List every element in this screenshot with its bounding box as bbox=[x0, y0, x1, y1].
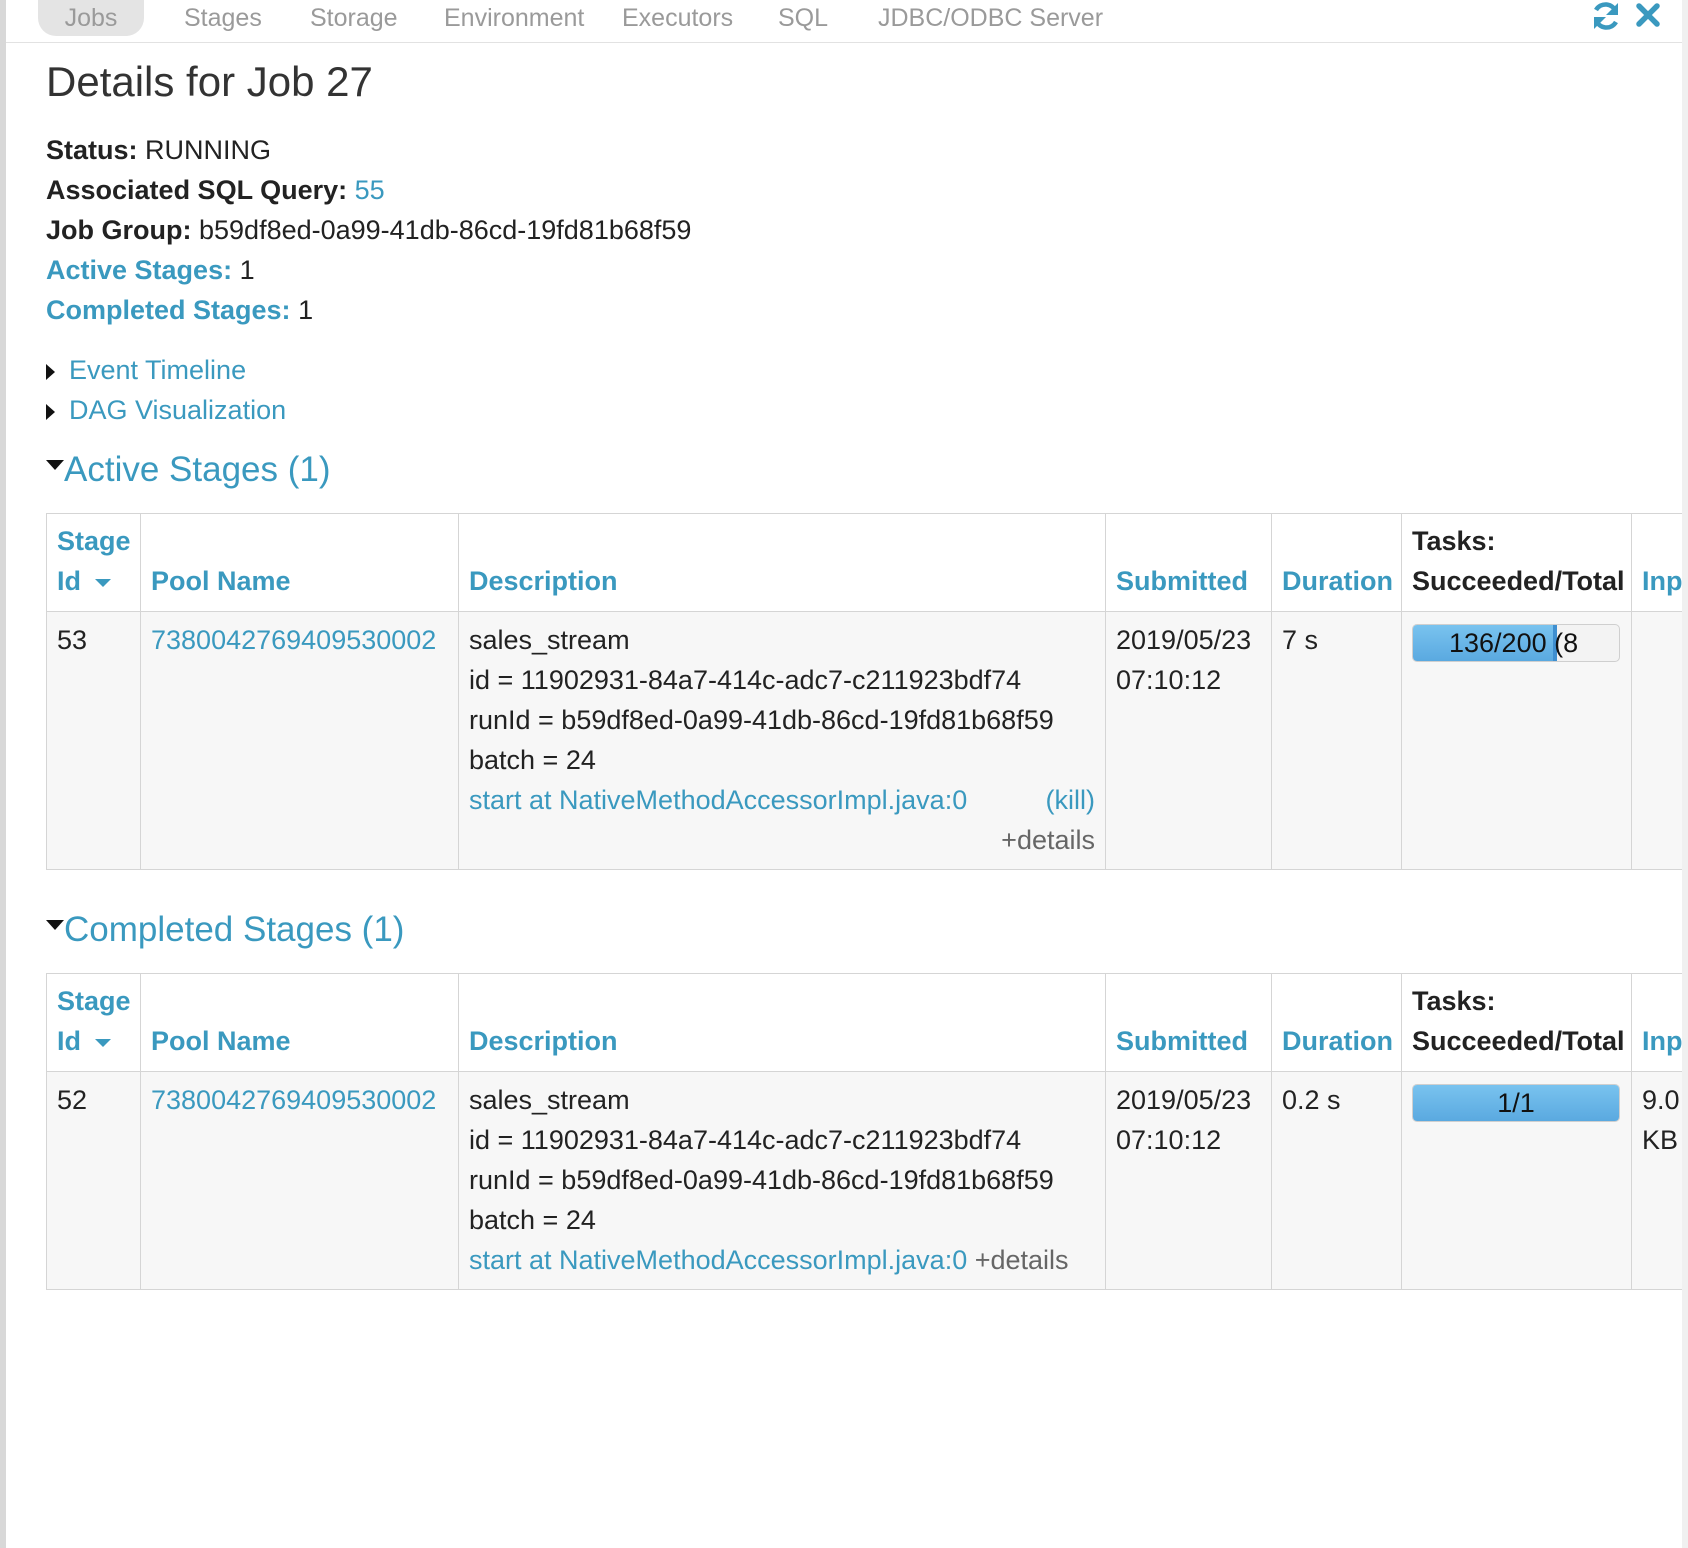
stream-name: sales_stream bbox=[469, 625, 630, 655]
page-title: Details for Job 27 bbox=[46, 58, 373, 105]
status-value: RUNNING bbox=[145, 135, 272, 165]
visualization-toggles: Event Timeline DAG Visualization bbox=[46, 350, 286, 430]
collapse-arrow-icon bbox=[46, 460, 64, 470]
expand-arrow-icon bbox=[46, 363, 55, 380]
job-group-value: b59df8ed-0a99-41db-86cd-19fd81b68f59 bbox=[199, 215, 692, 245]
job-summary: Status: RUNNING Associated SQL Query: 55… bbox=[46, 130, 691, 330]
tasks-progress-text: 136/200 (8 bbox=[1449, 628, 1579, 658]
column-header-pool-name[interactable]: Pool Name bbox=[140, 513, 459, 612]
description-cell: sales_stream id = 11902931-84a7-414c-adc… bbox=[458, 1071, 1106, 1290]
window-right-edge bbox=[1682, 0, 1688, 1548]
stream-id: id = 11902931-84a7-414c-adc7-c211923bdf7… bbox=[469, 1125, 1022, 1155]
active-stages-link[interactable]: Active Stages: bbox=[46, 255, 232, 285]
column-header-submitted[interactable]: Submitted bbox=[1105, 973, 1272, 1072]
completed-stages-heading[interactable]: Completed Stages (1) bbox=[46, 910, 404, 950]
window-left-edge bbox=[0, 0, 6, 1548]
tab-sql[interactable]: SQL bbox=[778, 0, 828, 36]
submitted-cell: 2019/05/23 07:10:12 bbox=[1105, 1071, 1272, 1290]
event-timeline-toggle[interactable]: Event Timeline bbox=[46, 350, 286, 390]
duration-cell: 7 s bbox=[1271, 611, 1402, 870]
stage-id-cell: 53 bbox=[46, 611, 141, 870]
column-header-submitted[interactable]: Submitted bbox=[1105, 513, 1272, 612]
stream-batch: batch = 24 bbox=[469, 1205, 596, 1235]
column-header-input[interactable]: Inp bbox=[1631, 513, 1688, 612]
stream-name: sales_stream bbox=[469, 1085, 630, 1115]
active-stages-count: 1 bbox=[239, 255, 255, 285]
tasks-cell: 136/200 (8 bbox=[1401, 611, 1632, 870]
close-icon[interactable] bbox=[1634, 0, 1662, 32]
tab-executors[interactable]: Executors bbox=[622, 0, 733, 36]
input-unit: KB bbox=[1642, 1125, 1679, 1155]
event-timeline-link[interactable]: Event Timeline bbox=[69, 355, 246, 385]
sql-query-row: Associated SQL Query: 55 bbox=[46, 170, 691, 210]
column-header-duration[interactable]: Duration bbox=[1271, 973, 1402, 1072]
stage-description-link[interactable]: start at NativeMethodAccessorImpl.java:0 bbox=[469, 785, 967, 815]
tab-jobs[interactable]: Jobs bbox=[38, 0, 144, 36]
sort-desc-icon bbox=[95, 578, 111, 587]
completed-stages-count: 1 bbox=[298, 295, 314, 325]
stage-description-link[interactable]: start at NativeMethodAccessorImpl.java:0 bbox=[469, 1245, 967, 1275]
stream-id: id = 11902931-84a7-414c-adc7-c211923bdf7… bbox=[469, 665, 1022, 695]
stream-run-id: runId = b59df8ed-0a99-41db-86cd-19fd81b6… bbox=[469, 705, 1054, 735]
dag-visualization-toggle[interactable]: DAG Visualization bbox=[46, 390, 286, 430]
column-header-stage-id[interactable]: Stage Id bbox=[46, 513, 141, 612]
status-row: Status: RUNNING bbox=[46, 130, 691, 170]
job-group-row: Job Group: b59df8ed-0a99-41db-86cd-19fd8… bbox=[46, 210, 691, 250]
stream-run-id: runId = b59df8ed-0a99-41db-86cd-19fd81b6… bbox=[469, 1165, 1054, 1195]
tasks-progress-text: 1/1 bbox=[1497, 1088, 1535, 1118]
status-label: Status: bbox=[46, 135, 138, 165]
job-group-label: Job Group: bbox=[46, 215, 192, 245]
pool-name-link[interactable]: 7380042769409530002 bbox=[151, 625, 436, 655]
top-nav: Jobs Stages Storage Environment Executor… bbox=[6, 0, 1688, 43]
table-row: 53 7380042769409530002 sales_stream id =… bbox=[46, 611, 1688, 870]
active-stages-row: Active Stages: 1 bbox=[46, 250, 691, 290]
kill-stage-link[interactable]: (kill) bbox=[1046, 780, 1095, 820]
tab-environment[interactable]: Environment bbox=[444, 0, 584, 36]
submitted-time: 07:10:12 bbox=[1116, 665, 1222, 695]
sort-desc-icon bbox=[95, 1038, 111, 1047]
collapse-arrow-icon bbox=[46, 920, 64, 930]
expand-arrow-icon bbox=[46, 403, 55, 420]
submitted-date: 2019/05/23 bbox=[1116, 1085, 1252, 1115]
column-header-tasks: Tasks: Succeeded/Total bbox=[1401, 973, 1632, 1072]
column-header-input[interactable]: Inp bbox=[1631, 973, 1688, 1072]
column-header-duration[interactable]: Duration bbox=[1271, 513, 1402, 612]
tasks-progress-bar: 136/200 (8 bbox=[1412, 624, 1620, 662]
column-header-tasks: Tasks: Succeeded/Total bbox=[1401, 513, 1632, 612]
tab-jdbc-odbc-server[interactable]: JDBC/ODBC Server bbox=[878, 0, 1103, 36]
column-header-description[interactable]: Description bbox=[458, 513, 1106, 612]
completed-stages-row: Completed Stages: 1 bbox=[46, 290, 691, 330]
stage-id-cell: 52 bbox=[46, 1071, 141, 1290]
completed-stages-heading-text: Completed Stages (1) bbox=[64, 910, 405, 949]
active-stages-table: Stage Id Pool Name Description Submitted … bbox=[46, 513, 1688, 870]
column-header-pool-name[interactable]: Pool Name bbox=[140, 973, 459, 1072]
details-toggle[interactable]: +details bbox=[975, 1245, 1069, 1275]
tab-stages[interactable]: Stages bbox=[184, 0, 262, 36]
tasks-progress-bar: 1/1 bbox=[1412, 1084, 1620, 1122]
input-cell: 9.0 KB bbox=[1631, 1071, 1688, 1290]
tab-storage[interactable]: Storage bbox=[310, 0, 398, 36]
tasks-cell: 1/1 bbox=[1401, 1071, 1632, 1290]
pool-name-link[interactable]: 7380042769409530002 bbox=[151, 1085, 436, 1115]
active-stages-heading[interactable]: Active Stages (1) bbox=[46, 450, 331, 490]
table-row: 52 7380042769409530002 sales_stream id =… bbox=[46, 1071, 1688, 1290]
completed-stages-table: Stage Id Pool Name Description Submitted … bbox=[46, 973, 1688, 1290]
submitted-date: 2019/05/23 bbox=[1116, 625, 1252, 655]
sql-query-label: Associated SQL Query: bbox=[46, 175, 348, 205]
details-toggle[interactable]: +details bbox=[469, 820, 1095, 860]
column-header-description[interactable]: Description bbox=[458, 973, 1106, 1072]
duration-cell: 0.2 s bbox=[1271, 1071, 1402, 1290]
submitted-cell: 2019/05/23 07:10:12 bbox=[1105, 611, 1272, 870]
sql-query-link[interactable]: 55 bbox=[355, 175, 385, 205]
completed-stages-link[interactable]: Completed Stages: bbox=[46, 295, 291, 325]
column-header-stage-id[interactable]: Stage Id bbox=[46, 973, 141, 1072]
submitted-time: 07:10:12 bbox=[1116, 1125, 1222, 1155]
description-cell: sales_stream id = 11902931-84a7-414c-adc… bbox=[458, 611, 1106, 870]
stream-batch: batch = 24 bbox=[469, 745, 596, 775]
refresh-icon[interactable] bbox=[1590, 0, 1622, 32]
active-stages-heading-text: Active Stages (1) bbox=[64, 450, 331, 489]
input-cell bbox=[1631, 611, 1688, 870]
input-value: 9.0 bbox=[1642, 1085, 1680, 1115]
dag-visualization-link[interactable]: DAG Visualization bbox=[69, 395, 286, 425]
